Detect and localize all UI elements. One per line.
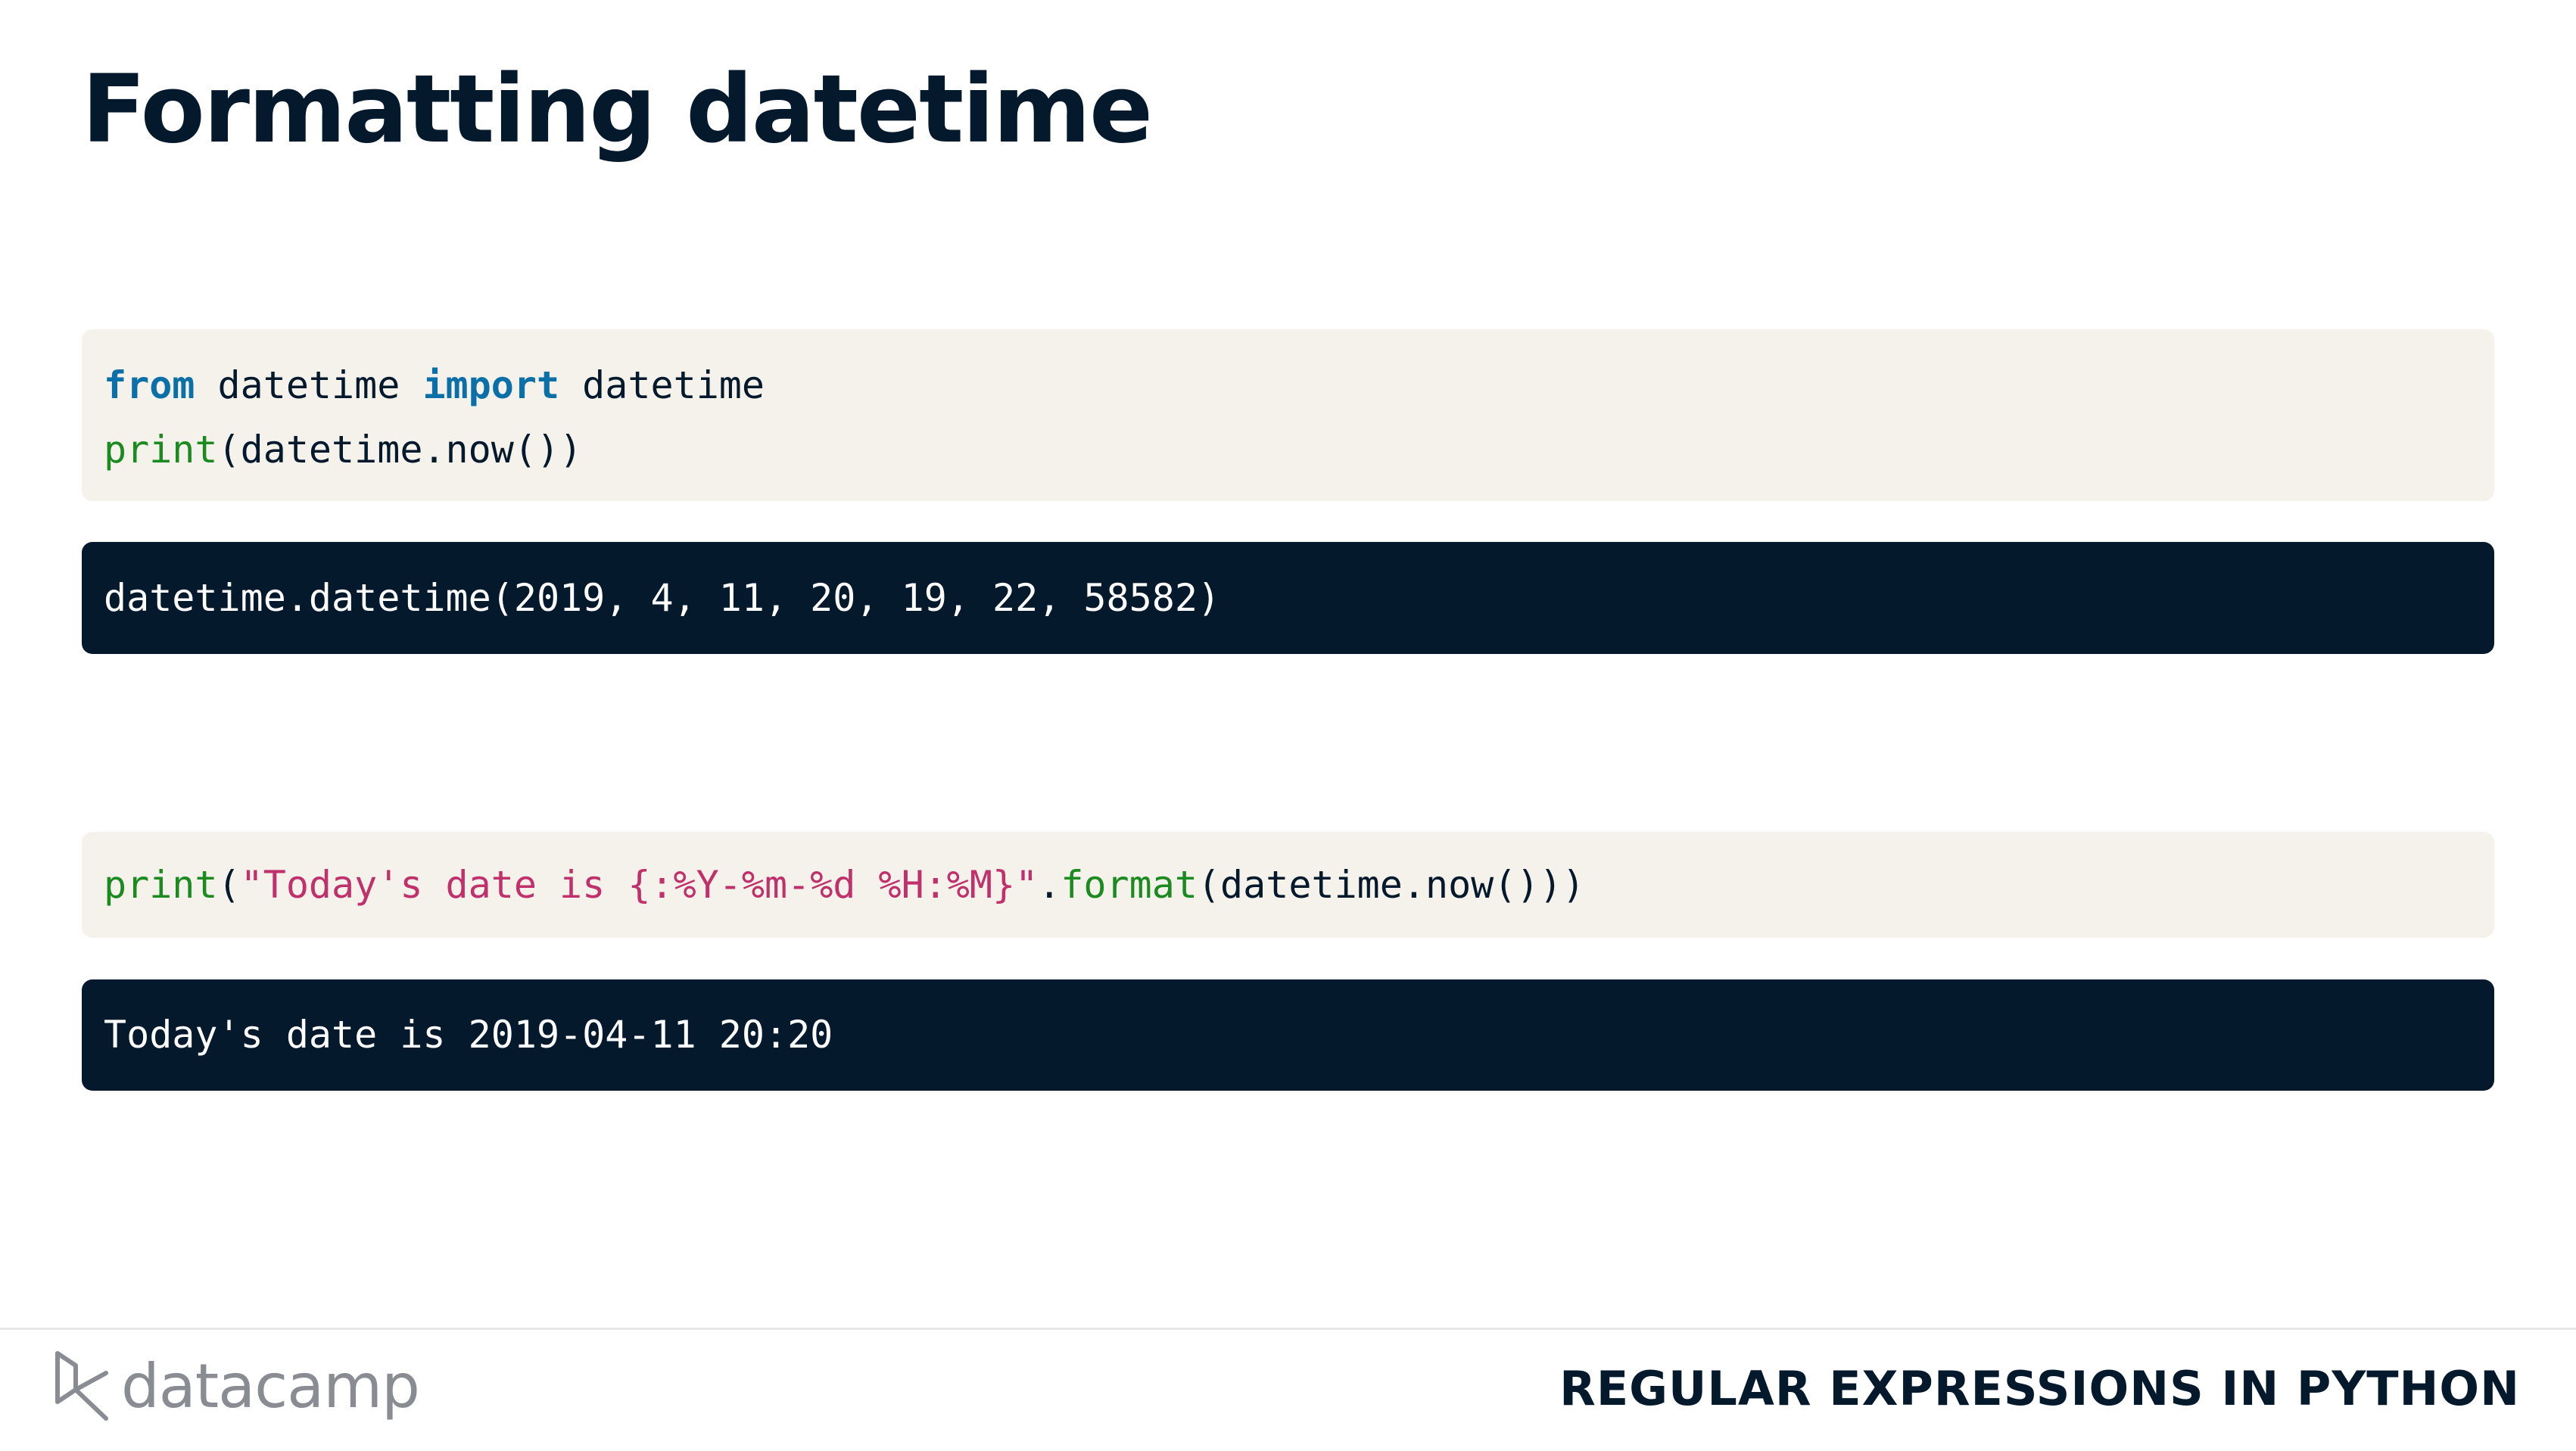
function-print: print xyxy=(104,863,218,907)
code-line-print: print(datetime.now()) xyxy=(104,418,2494,482)
imported-name: datetime xyxy=(559,363,765,407)
output-block-datetime: datetime.datetime(2019, 4, 11, 20, 19, 2… xyxy=(82,542,2494,654)
code-block-import: from datetime import datetime print(datet… xyxy=(82,329,2494,501)
output-block-formatted: Today's date is 2019-04-11 20:20 xyxy=(82,979,2494,1091)
function-print: print xyxy=(104,428,218,472)
print-arguments: (datetime.now()) xyxy=(217,428,583,472)
footer-divider xyxy=(0,1328,2576,1330)
code-block-format: print("Today's date is {:%Y-%m-%d %H:%M}… xyxy=(82,832,2494,938)
datacamp-logo-icon xyxy=(53,1350,111,1423)
logo-wordmark: datacamp xyxy=(121,1351,420,1421)
output-text: datetime.datetime(2019, 4, 11, 20, 19, 2… xyxy=(104,576,1221,620)
code-line-import: from datetime import datetime xyxy=(104,353,2494,418)
open-paren: ( xyxy=(217,863,241,907)
format-arguments: (datetime.now())) xyxy=(1197,863,1585,907)
output-text: Today's date is 2019-04-11 20:20 xyxy=(104,1013,833,1057)
dot: . xyxy=(1038,863,1061,907)
course-title: REGULAR EXPRESSIONS IN PYTHON xyxy=(1559,1361,2520,1416)
function-format: format xyxy=(1061,863,1198,907)
datacamp-logo: datacamp xyxy=(53,1349,420,1425)
module-name: datetime xyxy=(195,363,423,407)
slide-title: Formatting datetime xyxy=(82,55,1153,164)
slide: Formatting datetime from datetime import… xyxy=(0,0,2576,1451)
keyword-from: from xyxy=(104,363,195,407)
format-string: "Today's date is {:%Y-%m-%d %H:%M}" xyxy=(240,863,1039,907)
keyword-import: import xyxy=(422,363,560,407)
